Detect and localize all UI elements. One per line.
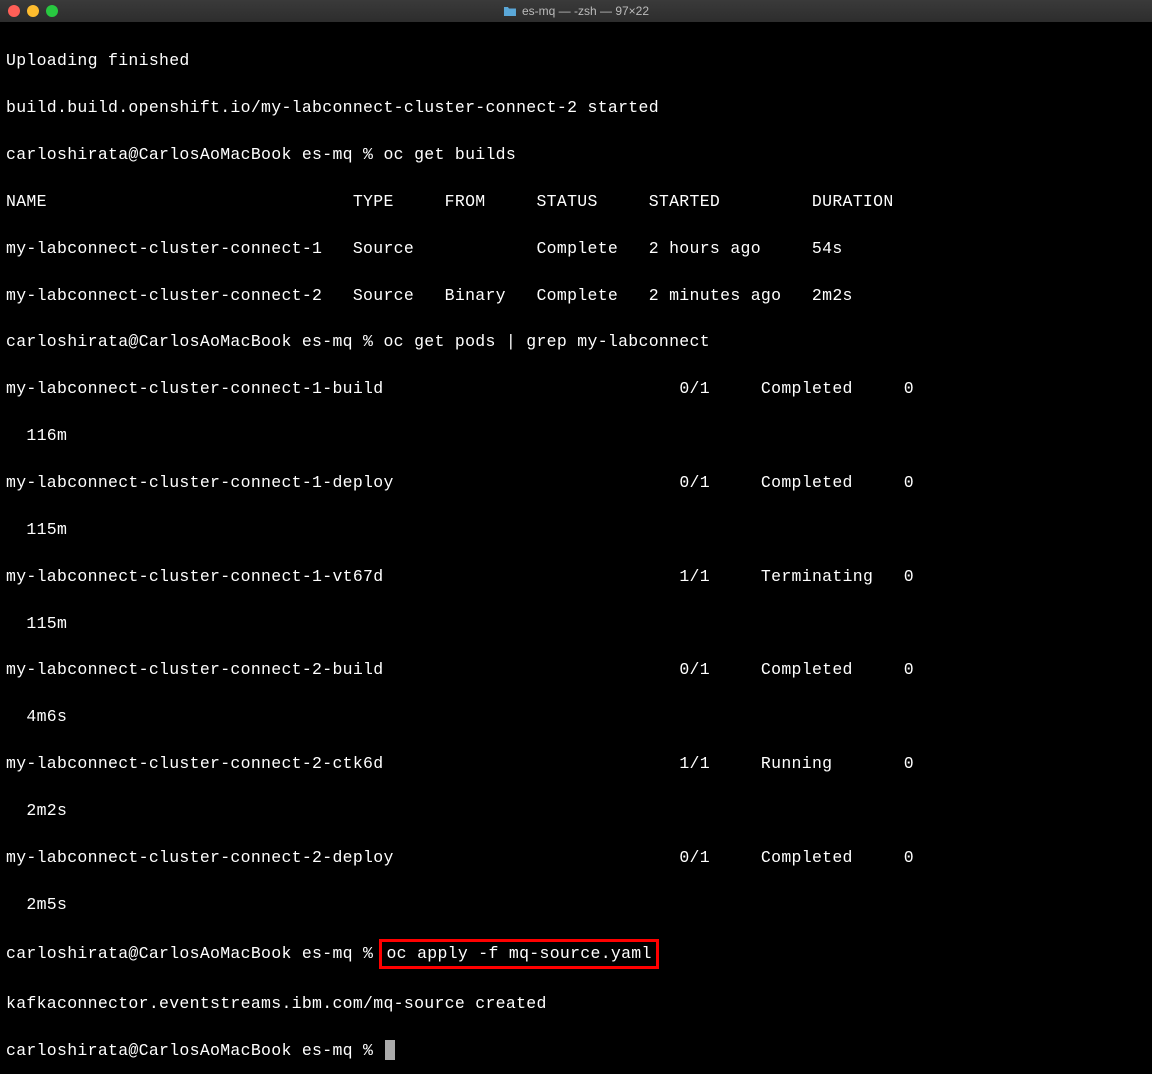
terminal-line: my-labconnect-cluster-connect-2-ctk6d 1/… <box>6 752 1146 775</box>
pod-name: my-labconnect-cluster-connect-2-build <box>6 660 679 679</box>
terminal-line: NAME TYPE FROM STATUS STARTED DURATION <box>6 190 1146 213</box>
pod-name: my-labconnect-cluster-connect-1-deploy <box>6 473 679 492</box>
terminal-line: my-labconnect-cluster-connect-1-build 0/… <box>6 377 1146 400</box>
prompt-prefix: carloshirata@CarlosAoMacBook es-mq % <box>6 1041 383 1060</box>
terminal-line: my-labconnect-cluster-connect-2-build 0/… <box>6 658 1146 681</box>
terminal-line: my-labconnect-cluster-connect-1-deploy 0… <box>6 471 1146 494</box>
pod-ready: 1/1 <box>679 754 710 773</box>
prompt-prefix: carloshirata@CarlosAoMacBook es-mq % <box>6 944 383 963</box>
pod-name: my-labconnect-cluster-connect-2-ctk6d <box>6 754 679 773</box>
maximize-button[interactable] <box>46 5 58 17</box>
window-titlebar: es-mq — -zsh — 97×22 <box>0 0 1152 22</box>
pod-restarts: 0 <box>904 379 914 398</box>
terminal-line: my-labconnect-cluster-connect-1 Source C… <box>6 237 1146 260</box>
terminal-line: my-labconnect-cluster-connect-2-deploy 0… <box>6 846 1146 869</box>
pod-restarts: 0 <box>904 473 914 492</box>
minimize-button[interactable] <box>27 5 39 17</box>
pod-restarts: 0 <box>904 848 914 867</box>
terminal-line: carloshirata@CarlosAoMacBook es-mq % oc … <box>6 939 1146 968</box>
terminal-line: my-labconnect-cluster-connect-1-vt67d 1/… <box>6 565 1146 588</box>
pod-status: Completed <box>710 848 904 867</box>
terminal-line: 2m5s <box>6 893 1146 916</box>
folder-icon <box>503 6 517 17</box>
pod-restarts: 0 <box>904 567 914 586</box>
pod-name: my-labconnect-cluster-connect-1-vt67d <box>6 567 679 586</box>
pod-ready: 1/1 <box>679 567 710 586</box>
terminal-line: 115m <box>6 518 1146 541</box>
pod-status: Running <box>710 754 904 773</box>
pod-restarts: 0 <box>904 660 914 679</box>
highlighted-command: oc apply -f mq-source.yaml <box>379 939 658 968</box>
terminal-line: 2m2s <box>6 799 1146 822</box>
terminal-line: carloshirata@CarlosAoMacBook es-mq % <box>6 1039 1146 1062</box>
terminal-line: 4m6s <box>6 705 1146 728</box>
pod-restarts: 0 <box>904 754 914 773</box>
terminal-line: 116m <box>6 424 1146 447</box>
terminal-content[interactable]: Uploading finished build.build.openshift… <box>0 22 1152 1074</box>
close-button[interactable] <box>8 5 20 17</box>
terminal-line: kafkaconnector.eventstreams.ibm.com/mq-s… <box>6 992 1146 1015</box>
pod-ready: 0/1 <box>679 660 710 679</box>
pod-ready: 0/1 <box>679 379 710 398</box>
cursor <box>385 1040 395 1060</box>
pod-status: Completed <box>710 660 904 679</box>
pod-status: Completed <box>710 473 904 492</box>
terminal-line: carloshirata@CarlosAoMacBook es-mq % oc … <box>6 330 1146 353</box>
traffic-lights <box>8 5 58 17</box>
pod-name: my-labconnect-cluster-connect-1-build <box>6 379 679 398</box>
terminal-line: my-labconnect-cluster-connect-2 Source B… <box>6 284 1146 307</box>
pod-name: my-labconnect-cluster-connect-2-deploy <box>6 848 679 867</box>
terminal-line: build.build.openshift.io/my-labconnect-c… <box>6 96 1146 119</box>
pod-ready: 0/1 <box>679 848 710 867</box>
terminal-line: carloshirata@CarlosAoMacBook es-mq % oc … <box>6 143 1146 166</box>
terminal-line: 115m <box>6 612 1146 635</box>
window-title: es-mq — -zsh — 97×22 <box>503 4 649 18</box>
pod-ready: 0/1 <box>679 473 710 492</box>
title-text: es-mq — -zsh — 97×22 <box>522 4 649 18</box>
pod-status: Completed <box>710 379 904 398</box>
terminal-line: Uploading finished <box>6 49 1146 72</box>
pod-status: Terminating <box>710 567 904 586</box>
